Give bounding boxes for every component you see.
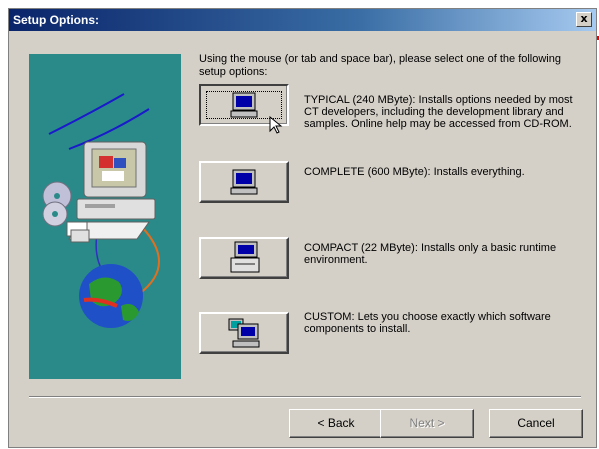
computer-icon bbox=[230, 169, 258, 195]
next-button[interactable]: Next > bbox=[380, 409, 474, 438]
compact-option-button[interactable] bbox=[199, 237, 289, 279]
title-bar: Setup Options: x bbox=[9, 9, 596, 31]
window-title: Setup Options: bbox=[13, 13, 99, 27]
mouse-cursor-icon bbox=[269, 116, 283, 134]
computer-icon bbox=[230, 92, 258, 118]
computer-components-icon bbox=[228, 318, 260, 348]
typical-option-description: TYPICAL (240 MByte): Installs options ne… bbox=[304, 94, 573, 130]
cancel-button[interactable]: Cancel bbox=[489, 409, 583, 438]
setup-options-dialog: Setup Options: x Using the mouse (or tab… bbox=[8, 8, 597, 448]
computer-printer-icon bbox=[230, 241, 260, 273]
intro-text: Using the mouse (or tab and space bar), … bbox=[199, 53, 561, 78]
complete-option-description: COMPLETE (600 MByte): Installs everythin… bbox=[304, 166, 525, 178]
computer-globe-illustration bbox=[42, 93, 160, 328]
typical-option-button[interactable] bbox=[199, 84, 289, 134]
close-button[interactable]: x bbox=[576, 12, 592, 27]
separator bbox=[29, 396, 581, 398]
custom-option-description: CUSTOM: Lets you choose exactly which so… bbox=[304, 311, 551, 335]
complete-option-button[interactable] bbox=[199, 161, 289, 203]
custom-option-button[interactable] bbox=[199, 312, 289, 354]
back-button[interactable]: < Back bbox=[289, 409, 383, 438]
setup-illustration bbox=[29, 54, 181, 379]
compact-option-description: COMPACT (22 MByte): Installs only a basi… bbox=[304, 242, 557, 266]
